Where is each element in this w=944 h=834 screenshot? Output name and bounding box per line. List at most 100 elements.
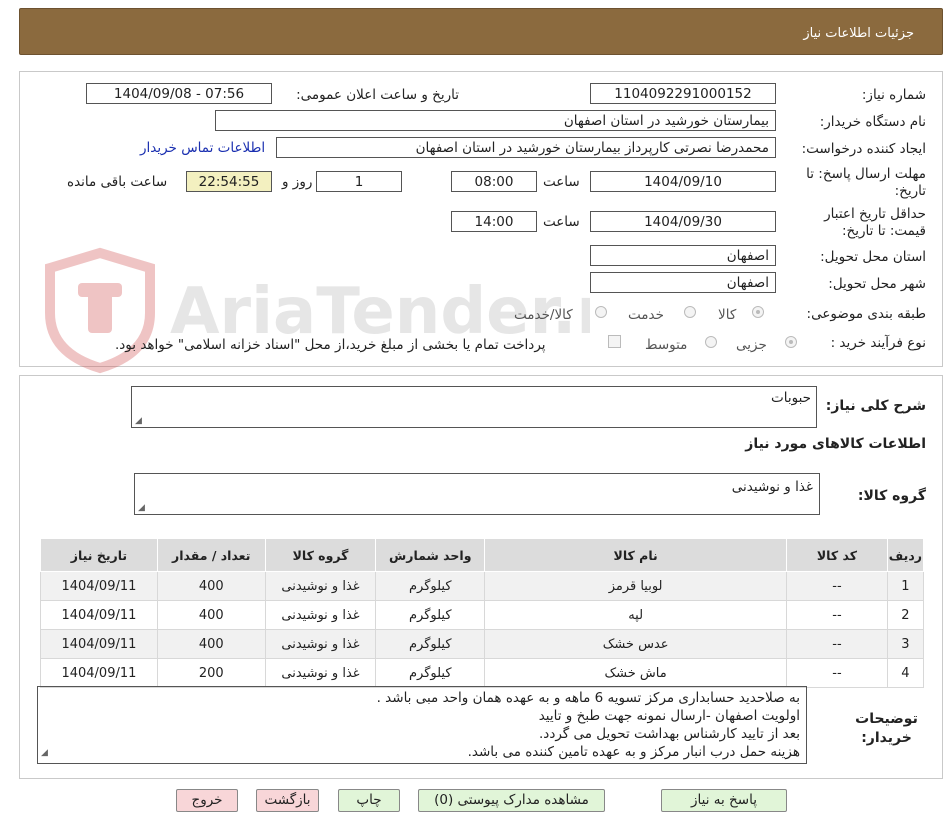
cell-item-code: -- [786, 600, 888, 630]
cell-need-date: 1404/09/11 [40, 600, 158, 630]
cell-item-code: -- [786, 629, 888, 659]
announce-label: تاریخ و ساعت اعلان عمومی: [296, 87, 459, 103]
category-service-radio[interactable] [684, 306, 696, 318]
goods-group-textarea[interactable]: غذا و نوشیدنی ◢ [134, 473, 820, 515]
deadline-date-field: 1404/09/10 [590, 171, 776, 192]
summary-textarea[interactable]: حبوبات ◢ [131, 386, 817, 428]
requester-field: محمدرضا نصرتی کارپرداز بیمارستان خورشید … [276, 137, 776, 158]
col-header-row-number: ردیف [886, 538, 925, 572]
province-label: استان محل تحویل: [820, 249, 926, 265]
cell-row-number: 2 [886, 600, 925, 630]
validity-date-field: 1404/09/30 [590, 211, 776, 232]
cell-item-name: لپه [484, 600, 788, 630]
resize-handle-icon[interactable]: ◢ [135, 416, 142, 426]
summary-value: حبوبات [771, 390, 811, 406]
col-header-unit: واحد شمارش [375, 538, 486, 572]
announce-field: 1404/09/08 - 07:56 [86, 83, 272, 104]
category-goods-label: کالا [718, 307, 737, 323]
buyer-org-label: نام دستگاه خریدار: [819, 114, 926, 130]
buyer-contact-link[interactable]: اطلاعات تماس خریدار [140, 140, 265, 156]
col-header-item-name: نام کالا [484, 538, 788, 572]
cell-need-date: 1404/09/11 [40, 571, 158, 601]
buyer-org-field: بیمارستان خورشید در استان اصفهان [215, 110, 776, 131]
page-title: جزئیات اطلاعات نیاز [803, 26, 914, 41]
process-type-label: نوع فرآیند خرید : [830, 335, 926, 351]
category-goods-service-radio[interactable] [595, 306, 607, 318]
cell-item-code: -- [786, 658, 888, 688]
deadline-days-field: 1 [316, 171, 402, 192]
exit-button[interactable]: خروج [176, 789, 238, 812]
col-header-group: گروه کالا [264, 538, 377, 572]
remaining-label: ساعت باقی مانده [67, 174, 168, 190]
cell-group: غذا و نوشیدنی [264, 571, 377, 601]
deadline-label: مهلت ارسال پاسخ: تا تاریخ: [806, 166, 926, 199]
buyer-notes-label: توضیحات خریدار: [855, 711, 918, 746]
resize-handle-icon[interactable]: ◢ [41, 744, 48, 762]
need-number-field: 1104092291000152 [590, 83, 776, 104]
cell-need-date: 1404/09/11 [40, 658, 158, 688]
cell-row-number: 3 [886, 629, 925, 659]
table-row: 2 -- لپه کیلوگرم غذا و نوشیدنی 400 1404/… [40, 600, 925, 630]
cell-item-name: ماش خشک [484, 658, 788, 688]
cell-need-date: 1404/09/11 [40, 629, 158, 659]
process-medium-radio[interactable] [705, 336, 717, 348]
need-number-label: شماره نیاز: [861, 87, 926, 103]
cell-unit: کیلوگرم [375, 658, 486, 688]
process-minor-radio[interactable] [785, 336, 797, 348]
cell-quantity: 400 [156, 600, 266, 630]
cell-quantity: 200 [156, 658, 266, 688]
col-header-quantity: تعداد / مقدار [156, 538, 266, 572]
process-medium-label: متوسط [645, 337, 688, 353]
attachments-button[interactable]: مشاهده مدارک پیوستی (0) [418, 789, 605, 812]
summary-label: شرح کلی نیاز: [825, 398, 926, 414]
resize-handle-icon[interactable]: ◢ [138, 503, 145, 513]
table-header-row: ردیف کد کالا نام کالا واحد شمارش گروه کا… [40, 538, 925, 572]
watermark-logo: AriaTender.neT [45, 247, 590, 374]
buyer-notes-textarea[interactable]: به صلاحدید حسابداری مرکز تسویه 6 ماهه و … [37, 686, 807, 764]
table-row: 1 -- لوبیا قرمز کیلوگرم غذا و نوشیدنی 40… [40, 571, 925, 601]
col-header-need-date: تاریخ نیاز [40, 538, 158, 572]
category-goods-radio[interactable] [752, 306, 764, 318]
requester-label: ایجاد کننده درخواست: [801, 141, 926, 157]
goods-section-title: اطلاعات کالاهای مورد نیاز [745, 436, 926, 452]
treasury-payment-checkbox[interactable] [608, 335, 621, 348]
cell-unit: کیلوگرم [375, 571, 486, 601]
goods-table: ردیف کد کالا نام کالا واحد شمارش گروه کا… [40, 538, 925, 688]
cell-row-number: 4 [886, 658, 925, 688]
days-label: روز و [282, 174, 313, 190]
cell-item-name: عدس خشک [484, 629, 788, 659]
category-service-label: خدمت [628, 307, 664, 323]
cell-group: غذا و نوشیدنی [264, 629, 377, 659]
validity-time-label: ساعت [543, 214, 580, 230]
validity-label: حداقل تاریخ اعتبار قیمت: تا تاریخ: [824, 206, 926, 239]
cell-row-number: 1 [886, 571, 925, 601]
goods-group-label: گروه کالا: [857, 488, 926, 504]
print-button[interactable]: چاپ [338, 789, 400, 812]
province-field: اصفهان [590, 245, 776, 266]
cell-item-code: -- [786, 571, 888, 601]
process-minor-label: جزیی [736, 337, 767, 353]
category-goods-service-label: کالا/خدمت [514, 307, 573, 323]
cell-group: غذا و نوشیدنی [264, 658, 377, 688]
cell-unit: کیلوگرم [375, 629, 486, 659]
category-label: طبقه بندی موضوعی: [806, 306, 926, 322]
deadline-time-label: ساعت [543, 174, 580, 190]
buyer-notes-line: اولویت اصفهان -ارسال نمونه جهت طبخ و تای… [538, 708, 800, 724]
buyer-notes-line: به صلاحدید حسابداری مرکز تسویه 6 ماهه و … [376, 690, 800, 706]
buyer-notes-line: هزینه حمل درب انبار مرکز و به عهده تامین… [467, 744, 800, 760]
cell-quantity: 400 [156, 629, 266, 659]
deadline-time-field: 08:00 [451, 171, 537, 192]
treasury-payment-note: پرداخت تمام یا بخشی از مبلغ خرید،از محل … [115, 337, 546, 353]
table-row: 4 -- ماش خشک کیلوگرم غذا و نوشیدنی 200 1… [40, 658, 925, 688]
validity-time-field: 14:00 [451, 211, 537, 232]
table-row: 3 -- عدس خشک کیلوگرم غذا و نوشیدنی 400 1… [40, 629, 925, 659]
reply-button[interactable]: پاسخ به نیاز [661, 789, 787, 812]
page-header: جزئیات اطلاعات نیاز [19, 8, 943, 55]
cell-group: غذا و نوشیدنی [264, 600, 377, 630]
city-label: شهر محل تحویل: [828, 276, 926, 292]
cell-unit: کیلوگرم [375, 600, 486, 630]
back-button[interactable]: بازگشت [256, 789, 319, 812]
goods-group-value: غذا و نوشیدنی [731, 479, 813, 495]
buyer-notes-line: بعد از تایید کارشناس بهداشت تحویل می گرد… [539, 726, 800, 742]
cell-item-name: لوبیا قرمز [484, 571, 788, 601]
